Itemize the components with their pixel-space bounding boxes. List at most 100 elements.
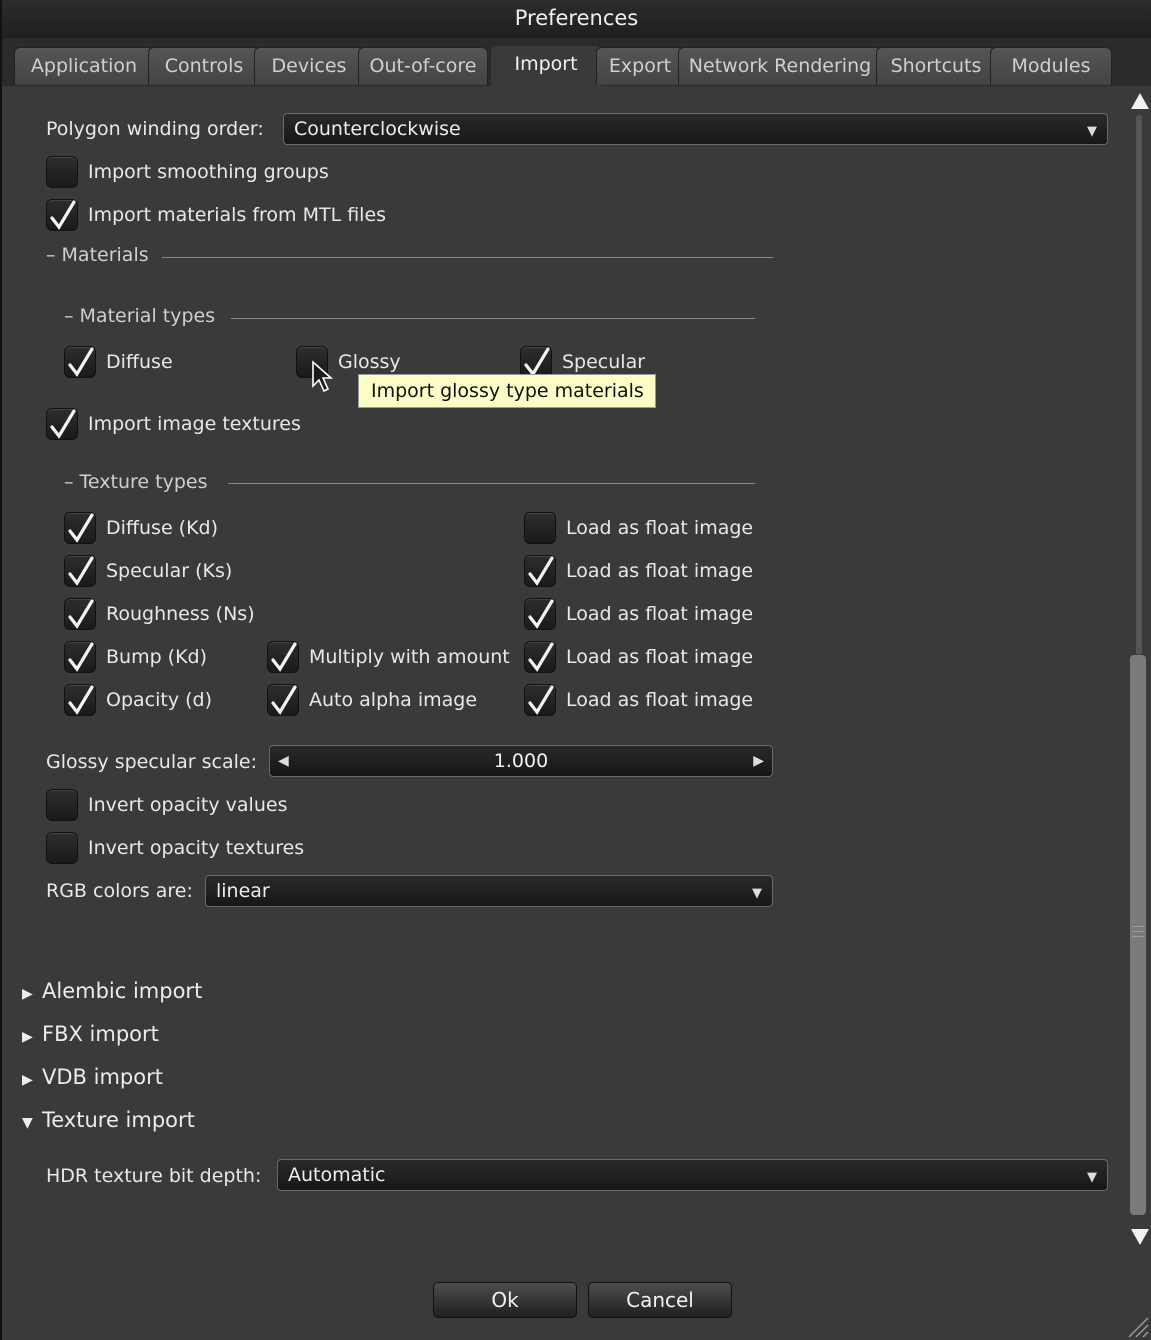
scroll-up-arrow-icon[interactable] — [1130, 92, 1150, 110]
scrollbar-grip — [1132, 926, 1144, 927]
texture-import-label: Texture import — [42, 1108, 195, 1132]
checkmark-icon — [271, 685, 297, 715]
texture-specular-label: Specular (Ks) — [106, 560, 233, 582]
scroll-down-arrow-icon[interactable] — [1130, 1228, 1150, 1246]
tab-out-of-core[interactable]: Out-of-core — [358, 47, 488, 85]
materials-heading: – Materials — [46, 244, 149, 266]
image-textures-label: Import image textures — [88, 413, 301, 435]
hdr-bit-depth-label: HDR texture bit depth: — [46, 1165, 262, 1187]
checkmark-icon — [528, 599, 554, 629]
rgb-colors-dropdown[interactable]: linear ▼ — [205, 875, 773, 907]
float-image-label: Load as float image — [566, 646, 754, 668]
scrollbar-thumb[interactable] — [1130, 655, 1146, 1215]
float-image-label: Load as float image — [566, 689, 754, 711]
smoothing-groups-label: Import smoothing groups — [88, 161, 329, 183]
diffuse-material-checkbox[interactable] — [64, 346, 96, 378]
float-image-label: Load as float image — [566, 517, 754, 539]
winding-order-label: Polygon winding order: — [46, 118, 264, 140]
vdb-import-section[interactable]: ▶ VDB import — [22, 1064, 163, 1093]
checkmark-icon — [271, 642, 297, 672]
window-title: Preferences — [2, 0, 1151, 38]
increment-arrow-icon[interactable]: ▶ — [753, 746, 764, 776]
diffuse-material-label: Diffuse — [106, 351, 173, 373]
tab-bar: Application Controls Devices Out-of-core… — [2, 38, 1151, 86]
glossy-scale-stepper[interactable]: ◀ 1.000 ▶ — [269, 745, 773, 777]
hdr-bit-depth-value: Automatic — [288, 1164, 386, 1186]
tab-export[interactable]: Export — [596, 47, 684, 85]
tab-shortcuts[interactable]: Shortcuts — [876, 47, 996, 85]
mtl-materials-label: Import materials from MTL files — [88, 204, 387, 226]
checkmark-icon — [68, 642, 94, 672]
glossy-scale-label: Glossy specular scale: — [46, 751, 257, 773]
multiply-amount-label: Multiply with amount — [309, 646, 510, 668]
invert-opacity-values-label: Invert opacity values — [88, 794, 288, 816]
texture-specular-checkbox[interactable] — [64, 555, 96, 587]
multiply-amount-checkbox[interactable] — [267, 641, 299, 673]
checkmark-icon — [50, 409, 76, 439]
cancel-button[interactable]: Cancel — [588, 1282, 732, 1318]
alembic-import-section[interactable]: ▶ Alembic import — [22, 978, 202, 1007]
float-image-checkbox[interactable] — [524, 641, 556, 673]
tab-modules[interactable]: Modules — [990, 47, 1112, 85]
checkmark-icon — [68, 347, 94, 377]
auto-alpha-checkbox[interactable] — [267, 684, 299, 716]
checkmark-icon — [68, 513, 94, 543]
preferences-window: Preferences Application Controls Devices… — [0, 0, 1151, 1340]
triangle-right-icon: ▶ — [22, 986, 33, 1002]
fbx-import-label: FBX import — [42, 1022, 159, 1046]
hdr-bit-depth-dropdown[interactable]: Automatic ▼ — [277, 1159, 1108, 1191]
checkmark-icon — [68, 599, 94, 629]
scrollbar-track-upper — [1136, 115, 1142, 655]
material-types-divider — [231, 318, 755, 319]
tab-controls[interactable]: Controls — [148, 47, 260, 85]
texture-opacity-checkbox[interactable] — [64, 684, 96, 716]
winding-order-value: Counterclockwise — [294, 118, 461, 140]
chevron-down-icon: ▼ — [1087, 1170, 1097, 1185]
float-image-label: Load as float image — [566, 560, 754, 582]
scrollbar-grip — [1132, 931, 1144, 932]
vdb-import-label: VDB import — [42, 1065, 163, 1089]
ok-button[interactable]: Ok — [433, 1282, 577, 1318]
tab-devices[interactable]: Devices — [254, 47, 364, 85]
texture-diffuse-label: Diffuse (Kd) — [106, 517, 219, 539]
checkmark-icon — [528, 556, 554, 586]
texture-opacity-label: Opacity (d) — [106, 689, 213, 711]
triangle-down-icon: ▼ — [22, 1115, 33, 1131]
specular-material-label: Specular — [562, 351, 646, 373]
float-image-checkbox[interactable] — [524, 598, 556, 630]
resize-grip-icon[interactable] — [1123, 1312, 1149, 1338]
scrollbar-grip — [1132, 936, 1144, 937]
float-image-checkbox[interactable] — [524, 555, 556, 587]
texture-bump-label: Bump (Kd) — [106, 646, 208, 668]
fbx-import-section[interactable]: ▶ FBX import — [22, 1021, 159, 1050]
smoothing-groups-checkbox[interactable] — [46, 156, 78, 188]
invert-opacity-textures-checkbox[interactable] — [46, 832, 78, 864]
image-textures-checkbox[interactable] — [46, 408, 78, 440]
tab-application[interactable]: Application — [14, 47, 154, 85]
winding-order-dropdown[interactable]: Counterclockwise ▼ — [283, 113, 1108, 145]
chevron-down-icon: ▼ — [752, 886, 762, 901]
alembic-import-label: Alembic import — [42, 979, 203, 1003]
tab-import[interactable]: Import — [490, 45, 602, 86]
invert-opacity-textures-label: Invert opacity textures — [88, 837, 305, 859]
invert-opacity-values-checkbox[interactable] — [46, 789, 78, 821]
float-image-checkbox[interactable] — [524, 512, 556, 544]
texture-bump-checkbox[interactable] — [64, 641, 96, 673]
decrement-arrow-icon[interactable]: ◀ — [278, 746, 289, 776]
checkmark-icon — [528, 642, 554, 672]
texture-roughness-checkbox[interactable] — [64, 598, 96, 630]
triangle-right-icon: ▶ — [22, 1029, 33, 1045]
triangle-right-icon: ▶ — [22, 1072, 33, 1088]
float-image-checkbox[interactable] — [524, 684, 556, 716]
texture-roughness-label: Roughness (Ns) — [106, 603, 255, 625]
rgb-colors-value: linear — [216, 880, 270, 902]
texture-diffuse-checkbox[interactable] — [64, 512, 96, 544]
rgb-colors-label: RGB colors are: — [46, 880, 193, 902]
glossy-scale-value: 1.000 — [493, 750, 549, 772]
texture-import-section[interactable]: ▼ Texture import — [22, 1107, 195, 1136]
tab-network-rendering[interactable]: Network Rendering — [678, 47, 882, 85]
material-types-heading: – Material types — [64, 305, 216, 327]
auto-alpha-label: Auto alpha image — [309, 689, 478, 711]
glossy-material-label: Glossy — [338, 351, 401, 373]
mtl-materials-checkbox[interactable] — [46, 199, 78, 231]
